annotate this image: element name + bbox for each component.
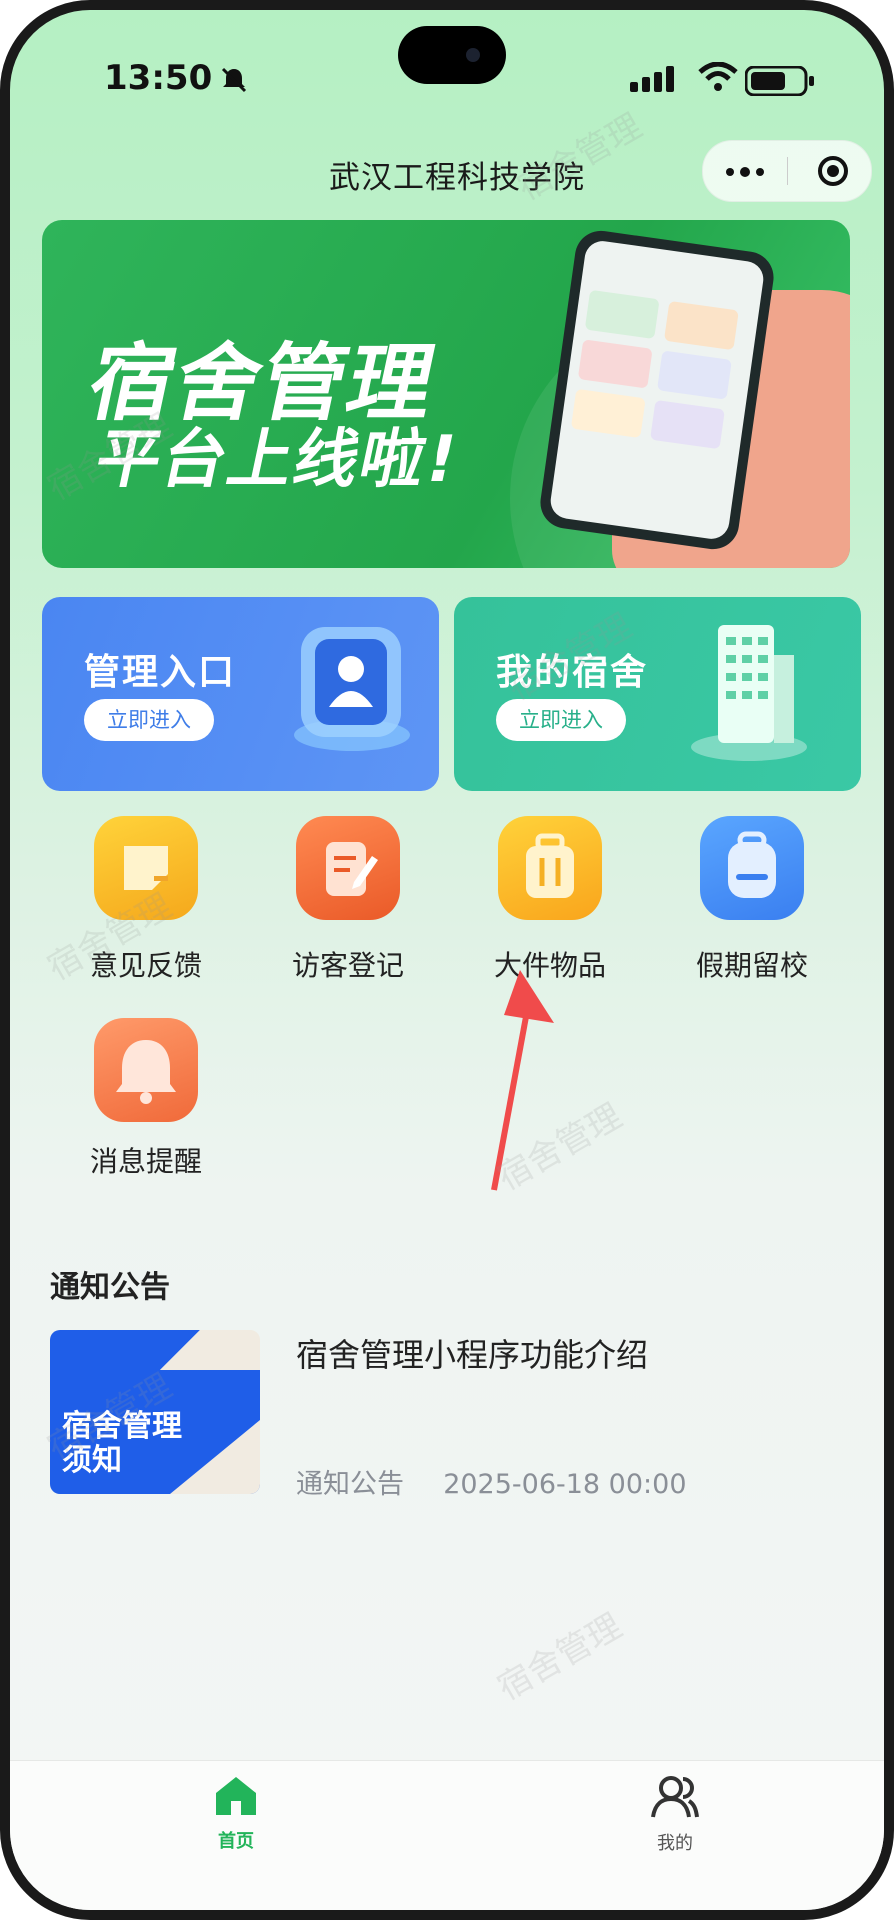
notice-thumbnail: 宿舍管理 须知 [50, 1330, 260, 1494]
notice-time: 2025-06-18 00:00 [443, 1469, 687, 1500]
visitor-register-icon[interactable] [296, 816, 400, 920]
luggage-icon[interactable] [498, 816, 602, 920]
mini-program-capsule[interactable] [702, 140, 872, 202]
grid-label: 意见反馈 [89, 949, 202, 982]
watermark: 宿舍管理 [490, 1606, 629, 1709]
signal-icon [630, 66, 674, 92]
more-icon[interactable] [725, 167, 765, 177]
grid-label: 访客登记 [291, 949, 404, 982]
thumbnail-text-2: 须知 [62, 1443, 122, 1478]
dynamic-island [398, 26, 506, 84]
status-time: 13:50 [104, 58, 213, 98]
tab-mine[interactable]: 我的 [615, 1775, 735, 1855]
phone-frame: 13:50 武汉工程科技学院 宿舍管理 平台上线啦! 管理入口 立即进入 我的宿… [0, 0, 894, 1920]
entry-title: 管理入口 [84, 652, 237, 693]
id-badge-icon [294, 627, 410, 751]
grid-label: 假期留校 [695, 949, 808, 982]
tab-label: 我的 [657, 1833, 693, 1854]
tab-label: 首页 [218, 1831, 254, 1852]
mute-bell-icon [221, 67, 247, 93]
my-dorm-enter-button[interactable]: 立即进入 [496, 699, 626, 741]
thumbnail-text-1: 宿舍管理 [62, 1409, 182, 1444]
tab-bar: 首页 我的 [10, 1760, 884, 1910]
banner-subtitle: 平台上线啦! [88, 423, 466, 497]
building-icon [691, 625, 807, 761]
admin-entry-card[interactable]: 管理入口 立即进入 [42, 597, 439, 791]
tab-home[interactable]: 首页 [176, 1775, 296, 1853]
close-target-icon[interactable] [817, 155, 849, 187]
phone-illustration [537, 227, 777, 553]
entry-title: 我的宿舍 [496, 652, 649, 693]
user-icon [651, 1776, 699, 1818]
backpack-icon[interactable] [700, 816, 804, 920]
wifi-icon [698, 62, 738, 91]
my-dorm-card[interactable]: 我的宿舍 立即进入 [454, 597, 861, 791]
annotation-arrow [491, 970, 554, 1191]
notice-section-title: 通知公告 [50, 1270, 170, 1305]
grid-label: 消息提醒 [89, 1145, 202, 1178]
promo-banner[interactable]: 宿舍管理 平台上线啦! [42, 220, 850, 568]
notice-meta: 通知公告 2025-06-18 00:00 [296, 1462, 687, 1501]
notice-category: 通知公告 [296, 1469, 404, 1500]
battery-icon [745, 66, 814, 96]
admin-enter-button[interactable]: 立即进入 [84, 699, 214, 741]
notice-title[interactable]: 宿舍管理小程序功能介绍 [296, 1330, 648, 1376]
feedback-icon[interactable] [94, 816, 198, 920]
bell-icon[interactable] [94, 1018, 198, 1122]
home-icon [216, 1777, 256, 1815]
